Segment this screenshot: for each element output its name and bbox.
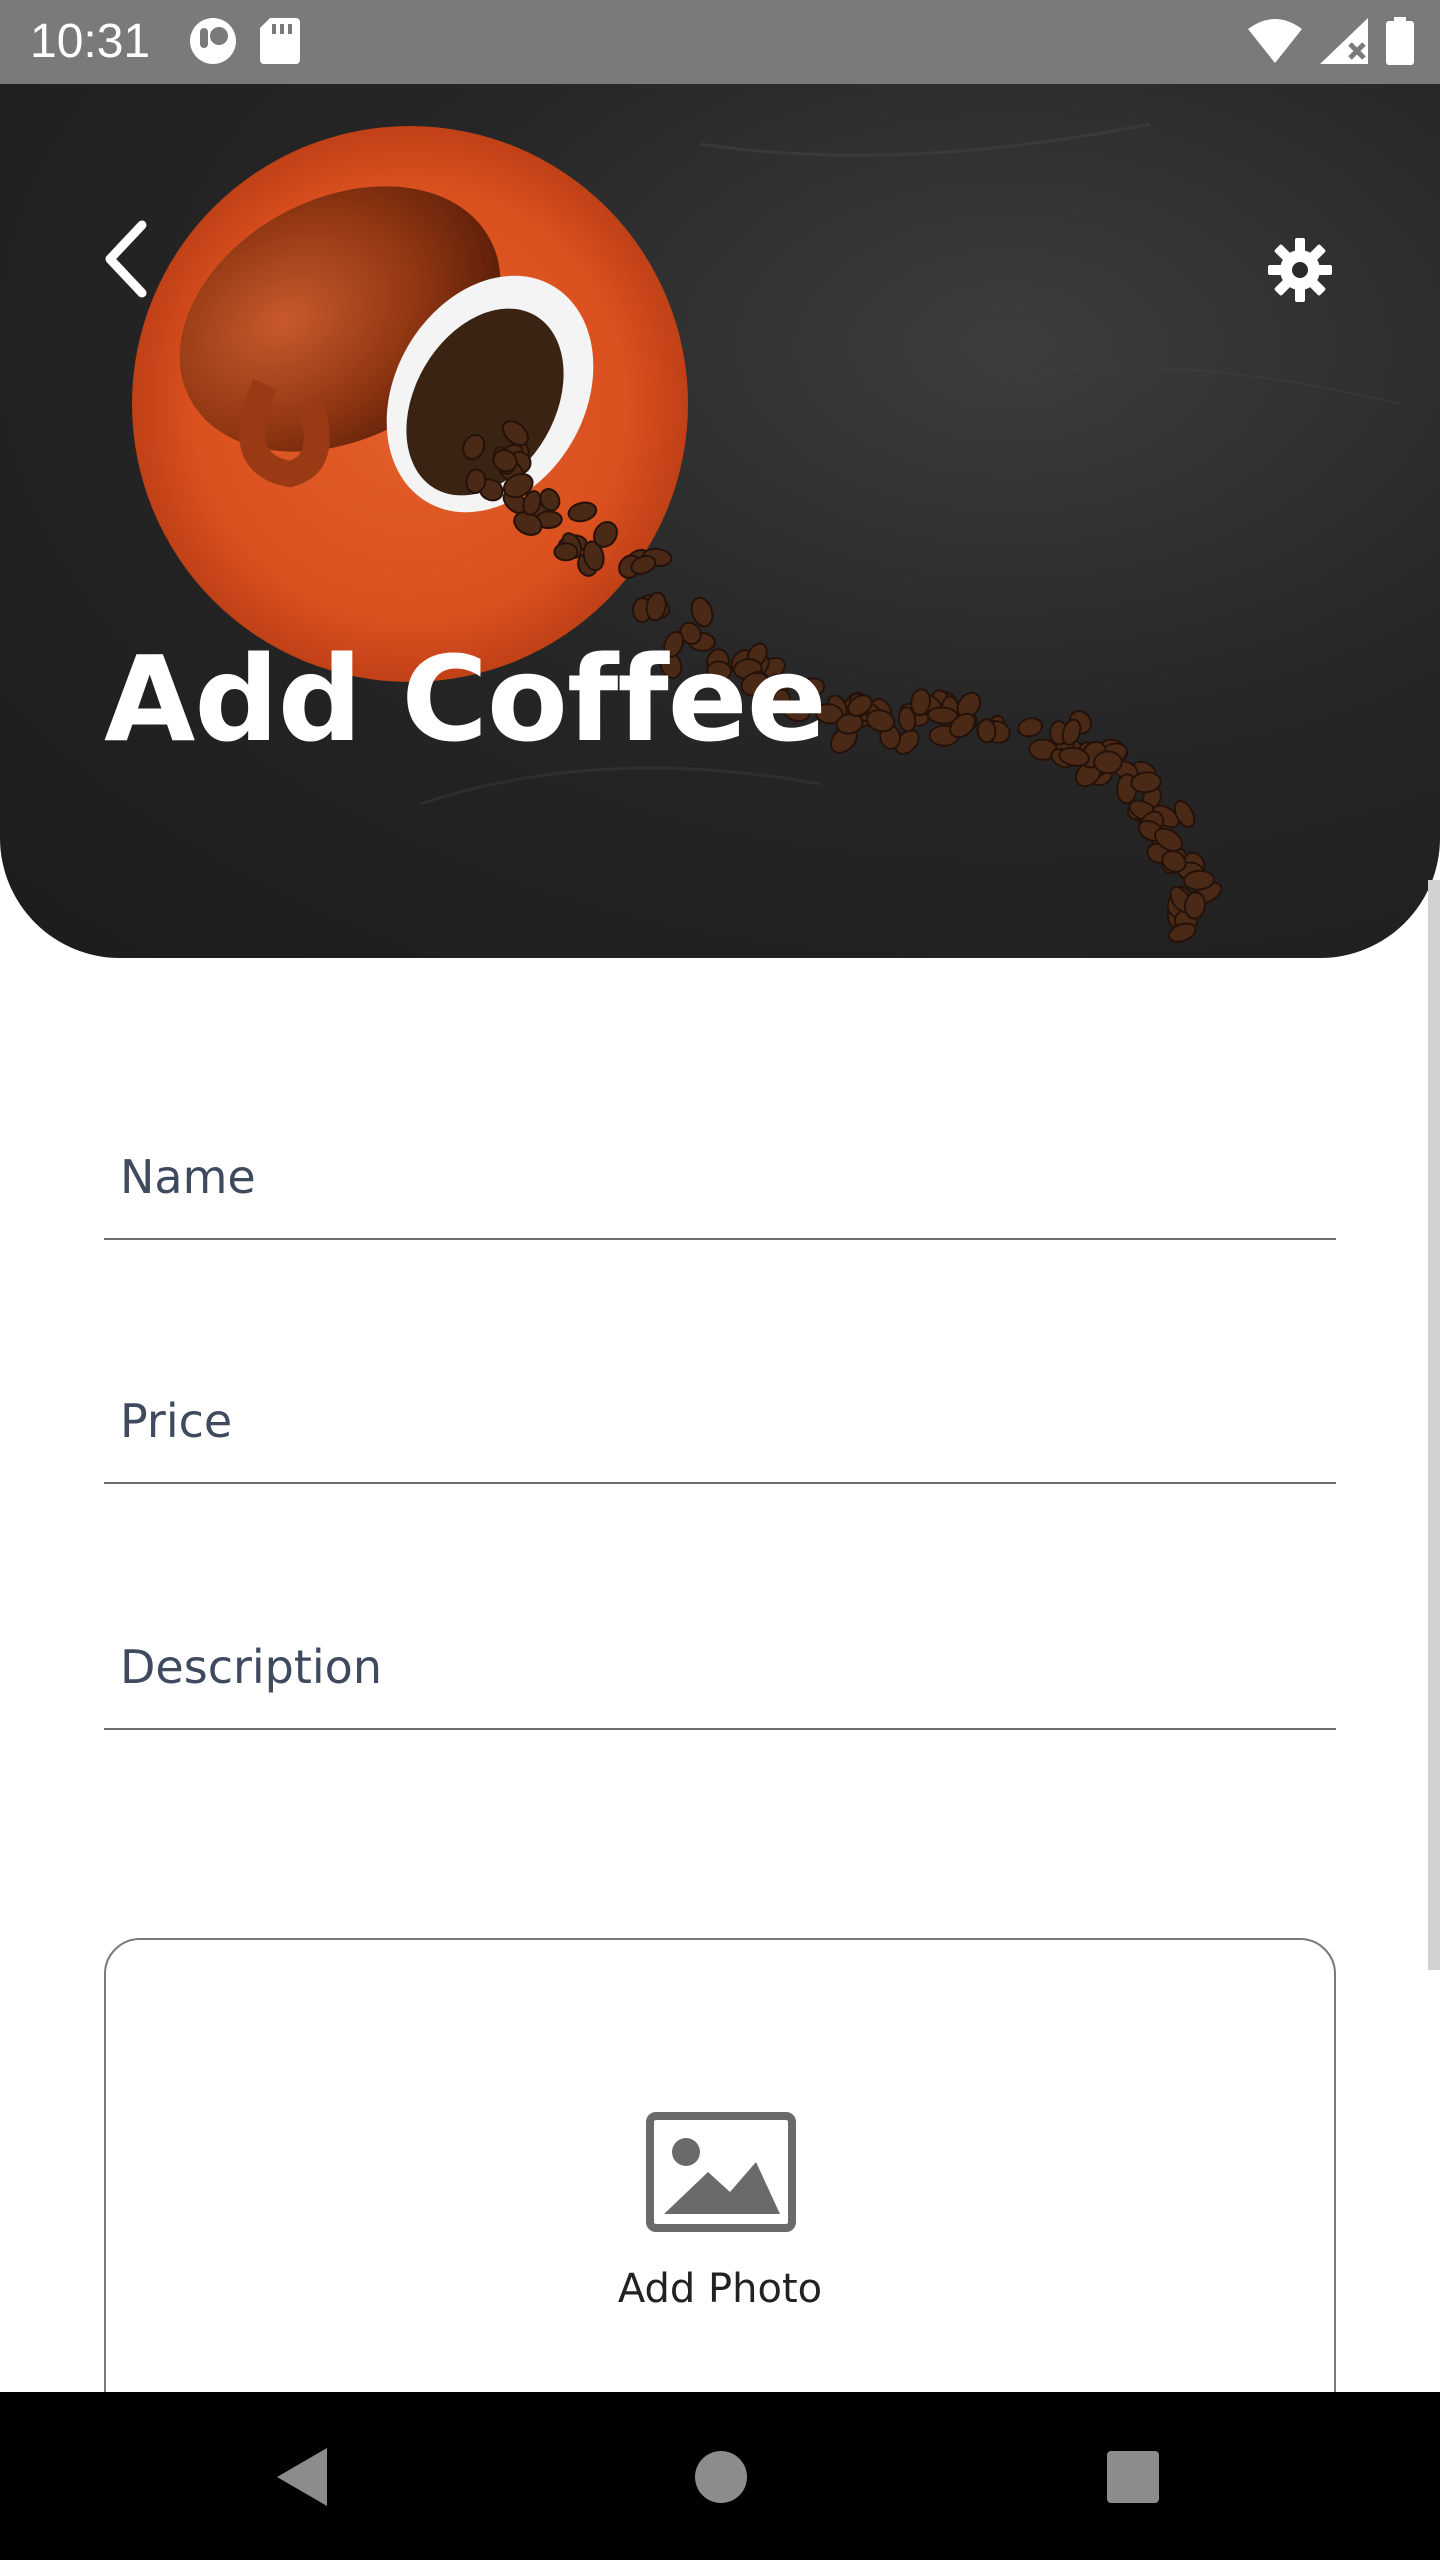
battery-icon: [1386, 17, 1414, 69]
status-right-icons: [1248, 17, 1414, 69]
coffee-cup-illustration: [132, 122, 1401, 943]
description-field[interactable]: Description: [104, 1580, 1336, 1730]
price-field[interactable]: Price: [104, 1334, 1336, 1484]
home-circle-icon: [695, 2451, 747, 2503]
name-input[interactable]: [104, 1090, 1336, 1238]
image-icon: [646, 2112, 796, 2232]
price-field-label: Price: [120, 1394, 233, 1448]
recents-square-icon: [1107, 2451, 1159, 2503]
coffee-bean: [1017, 717, 1044, 738]
cellular-no-signal-icon: [1320, 18, 1368, 68]
nav-home-button[interactable]: [686, 2442, 756, 2512]
sd-card-icon: [260, 18, 300, 68]
back-triangle-icon: [277, 2448, 327, 2506]
page-title: Add Coffee: [104, 630, 827, 768]
status-time: 10:31: [30, 15, 151, 68]
price-input[interactable]: [104, 1334, 1336, 1482]
status-bar: 10:31: [0, 0, 1440, 84]
coffee-bean: [976, 718, 997, 744]
settings-button[interactable]: [1264, 234, 1336, 306]
status-left-icons: [188, 18, 300, 68]
header-hero: Add Coffee: [0, 84, 1440, 958]
app-notification-icon: [188, 16, 238, 70]
coffee-bean: [1093, 750, 1123, 775]
gear-icon: [1268, 238, 1332, 302]
name-field-label: Name: [120, 1150, 256, 1204]
nav-back-button[interactable]: [268, 2442, 338, 2512]
add-photo-label: Add Photo: [617, 2266, 823, 2312]
chevron-left-icon: [105, 220, 147, 298]
back-button[interactable]: [96, 214, 156, 304]
wifi-icon: [1248, 19, 1302, 67]
name-field[interactable]: Name: [104, 1090, 1336, 1240]
navigation-bar: [0, 2392, 1440, 2560]
coffee-bean: [553, 542, 579, 562]
scrollbar[interactable]: [1428, 880, 1440, 1970]
description-field-label: Description: [120, 1640, 382, 1694]
nav-recents-button[interactable]: [1098, 2442, 1168, 2512]
